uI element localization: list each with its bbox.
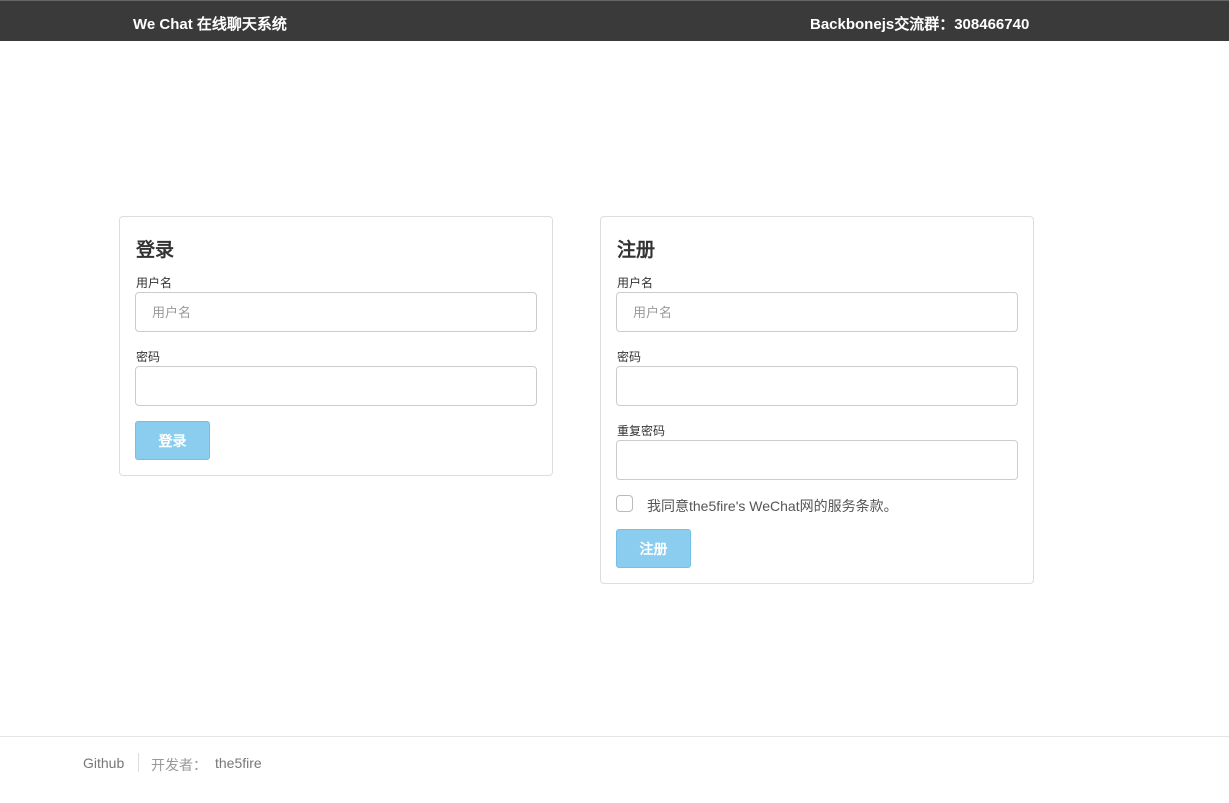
register-username-label: 用户名 [617, 276, 654, 290]
register-title: 注册 [617, 240, 656, 261]
login-username-input[interactable] [135, 292, 537, 332]
group-info-text: Backbonejs交流群：308466740 [810, 16, 1030, 33]
register-repeat-password-label: 重复密码 [617, 424, 666, 438]
login-password-input[interactable] [135, 366, 537, 406]
register-password-label: 密码 [617, 350, 642, 364]
register-username-input[interactable] [616, 292, 1018, 332]
login-password-label: 密码 [136, 350, 161, 364]
login-username-label: 用户名 [136, 276, 173, 290]
footer-separator [138, 753, 139, 772]
footer-divider [0, 736, 1229, 737]
login-panel: 登录 用户名 密码 登录 [119, 216, 553, 476]
register-panel: 注册 用户名 密码 重复密码 我同意the5fire's WeChat网的服务条… [600, 216, 1034, 584]
top-navbar: We Chat 在线聊天系统 Backbonejs交流群：308466740 [0, 0, 1229, 41]
developer-label: 开发者： [151, 757, 207, 773]
register-repeat-password-input[interactable] [616, 440, 1018, 480]
login-title: 登录 [136, 240, 175, 261]
github-link[interactable]: Github [83, 755, 124, 771]
terms-checkbox[interactable] [616, 495, 633, 512]
brand-title[interactable]: We Chat 在线聊天系统 [133, 13, 287, 34]
login-button[interactable]: 登录 [135, 421, 210, 460]
register-password-input[interactable] [616, 366, 1018, 406]
register-button[interactable]: 注册 [616, 529, 691, 568]
terms-text: 我同意the5fire's WeChat网的服务条款。 [647, 498, 898, 514]
developer-link[interactable]: the5fire [215, 755, 262, 771]
